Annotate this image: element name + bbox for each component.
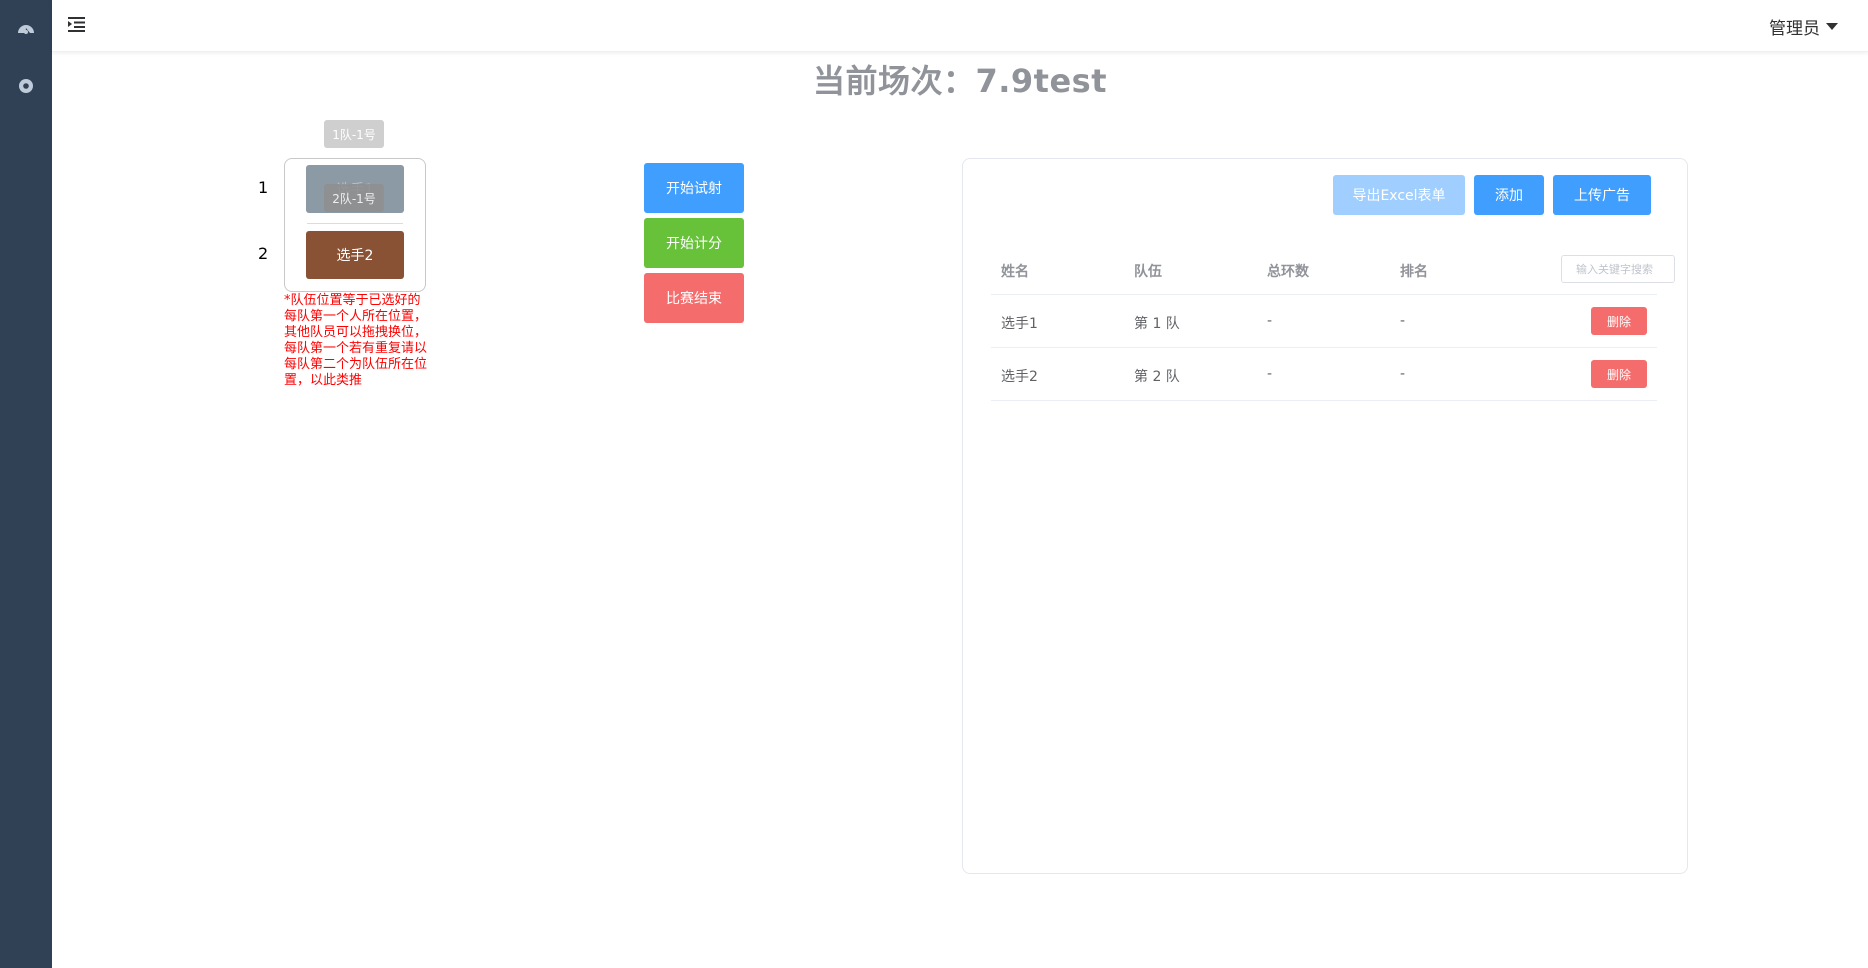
end-match-button[interactable]: 比赛结束 <box>644 273 744 323</box>
column-team: 队伍 <box>1134 264 1162 280</box>
team-tooltip-1: 1队-1号 <box>324 120 384 148</box>
players-panel: 导出Excel表单 添加 上传广告 姓名 队伍 总环数 排名 选手1 第 1 队… <box>962 158 1688 874</box>
position-note: *队伍位置等于已选好的每队第一个人所在位置，其他队员可以拖拽换位，每队第一个若有… <box>284 293 428 388</box>
cell-team: 第 2 队 <box>1134 369 1180 385</box>
lane-board: 选手1 选手2 <box>284 158 426 292</box>
cell-total: - <box>1267 313 1273 329</box>
settings-icon[interactable] <box>16 76 36 96</box>
start-scoring-button[interactable]: 开始计分 <box>644 218 744 268</box>
table-row: 选手2 第 2 队 - - 删除 <box>991 348 1657 401</box>
lane-number-1: 1 <box>258 178 269 197</box>
add-button[interactable]: 添加 <box>1474 175 1544 215</box>
top-navbar: 管理员 <box>52 0 1868 52</box>
cell-rank: - <box>1400 313 1406 329</box>
table-header: 姓名 队伍 总环数 排名 <box>991 245 1675 295</box>
column-rank: 排名 <box>1400 264 1428 280</box>
export-excel-button[interactable]: 导出Excel表单 <box>1333 175 1465 215</box>
caret-down-icon <box>1826 23 1838 30</box>
delete-button[interactable]: 删除 <box>1591 360 1647 388</box>
cell-name: 选手2 <box>1001 369 1038 385</box>
player-card-2[interactable]: 选手2 <box>306 231 404 279</box>
cell-rank: - <box>1400 366 1406 382</box>
cell-team: 第 1 队 <box>1134 316 1180 332</box>
search-input[interactable] <box>1561 255 1675 283</box>
team-tooltip-2: 2队-1号 <box>324 184 384 212</box>
column-name: 姓名 <box>1001 264 1029 280</box>
cell-name: 选手1 <box>1001 316 1038 332</box>
cell-total: - <box>1267 366 1273 382</box>
user-label: 管理员 <box>1769 19 1820 39</box>
delete-button[interactable]: 删除 <box>1591 307 1647 335</box>
menu-fold-icon[interactable] <box>68 16 88 36</box>
page-title: 当前场次：7.9test <box>812 62 1108 100</box>
start-trial-button[interactable]: 开始试射 <box>644 163 744 213</box>
lane-number-2: 2 <box>258 244 269 263</box>
lane-divider <box>307 223 403 224</box>
column-total: 总环数 <box>1267 264 1309 280</box>
sidebar <box>0 0 52 968</box>
upload-ad-button[interactable]: 上传广告 <box>1553 175 1651 215</box>
dashboard-icon[interactable] <box>16 18 36 38</box>
user-dropdown[interactable]: 管理员 <box>1769 14 1838 39</box>
table-row: 选手1 第 1 队 - - 删除 <box>991 295 1657 348</box>
